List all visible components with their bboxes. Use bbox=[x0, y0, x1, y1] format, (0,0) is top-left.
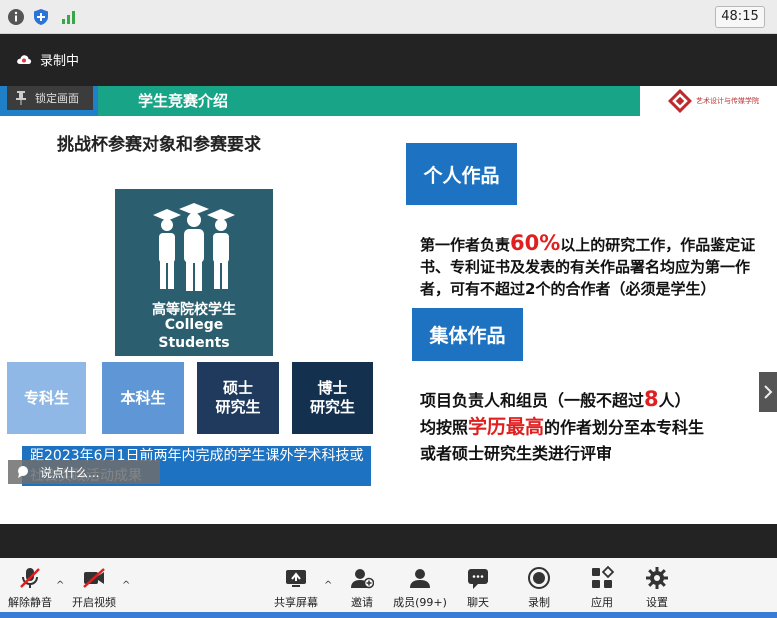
slide-main-title: 挑战杯参赛对象和参赛要求 bbox=[57, 135, 261, 155]
group-text-highlight: 学历最高 bbox=[468, 416, 545, 438]
record-label: 录制 bbox=[528, 596, 550, 609]
slide-header-title: 学生竞赛介绍 bbox=[138, 92, 229, 110]
video-top-area: 录制中 bbox=[0, 34, 777, 86]
shared-slide: 学生竞赛介绍 锁定画面 艺术设计与传媒学院 挑战杯参赛对象和参赛要求 高等院校学… bbox=[0, 86, 777, 524]
group-text-num: 8 bbox=[644, 387, 659, 411]
chevron-right-icon bbox=[764, 385, 773, 399]
group-works-text: 项目负责人和组员（一般不超过8人） 均按照学历最高的作者划分至本专科生 或者硕士… bbox=[420, 386, 770, 467]
students-en-label-2: Students bbox=[158, 335, 230, 351]
share-screen-label: 共享屏幕 bbox=[274, 596, 318, 609]
students-en-label-1: College bbox=[164, 317, 224, 333]
graduates-icon bbox=[153, 203, 235, 291]
invite-button[interactable]: 邀请 bbox=[332, 562, 392, 609]
share-screen-icon bbox=[286, 570, 306, 587]
add-user-icon bbox=[351, 569, 374, 589]
recording-label: 录制中 bbox=[40, 53, 80, 69]
members-label: 成员(99+) bbox=[393, 596, 447, 609]
group-text-line2b: 的作者划分至本专科生 bbox=[544, 418, 705, 437]
students-cn-label: 高等院校学生 bbox=[152, 302, 236, 318]
pin-icon bbox=[16, 91, 26, 105]
college-logo-icon bbox=[668, 89, 692, 113]
group-text-line1a: 项目负责人和组员（一般不超过 bbox=[420, 391, 645, 410]
settings-button[interactable]: 设置 bbox=[627, 562, 687, 609]
chat-button[interactable]: 聊天 bbox=[448, 562, 508, 609]
share-screen-button[interactable]: 共享屏幕 bbox=[266, 562, 326, 609]
chat-hover-tip[interactable]: 说点什么... bbox=[8, 460, 160, 484]
meeting-toolbar: 解除静音 ^ 开启视频 ^ 共享屏幕 ^ 邀请 成员(99+) 聊天 录制 应用… bbox=[0, 558, 777, 618]
muted-mic-icon bbox=[20, 568, 40, 588]
record-button[interactable]: 录制 bbox=[509, 562, 569, 609]
group-text-line1b: 人） bbox=[658, 391, 691, 410]
lock-screen-label: 锁定画面 bbox=[35, 92, 79, 105]
degree-box-doctor: 博士 研究生 bbox=[292, 362, 373, 434]
signal-strength-icon[interactable] bbox=[60, 8, 78, 26]
group-text-line2a: 均按照 bbox=[420, 418, 469, 437]
members-icon bbox=[410, 569, 430, 588]
taskbar-strip bbox=[0, 612, 777, 618]
degree-box-master: 硕士 研究生 bbox=[197, 362, 279, 434]
video-off-icon bbox=[83, 568, 105, 588]
college-logo-text: 艺术设计与传媒学院 bbox=[696, 96, 759, 105]
individual-works-box: 个人作品 bbox=[406, 143, 517, 205]
members-button[interactable]: 成员(99+) bbox=[390, 562, 450, 609]
college-students-box: 高等院校学生 College Students bbox=[115, 189, 273, 356]
apps-icon bbox=[592, 566, 614, 588]
group-text-line3: 或者硕士研究生类进行评审 bbox=[420, 444, 613, 463]
chat-hover-tip-text: 说点什么... bbox=[40, 465, 100, 480]
individual-text-pct: 60% bbox=[510, 231, 561, 255]
shield-icon[interactable] bbox=[32, 8, 50, 26]
individual-works-text: 第一作者负责60%以上的研究工作，作品鉴定证书、专利证书及发表的有关作品署名均应… bbox=[420, 232, 760, 300]
degree-box-bachelor: 本科生 bbox=[102, 362, 184, 434]
apps-button[interactable]: 应用 bbox=[572, 562, 632, 609]
apps-label: 应用 bbox=[591, 596, 613, 609]
lock-screen-button[interactable]: 锁定画面 bbox=[7, 86, 93, 110]
group-works-box: 集体作品 bbox=[412, 308, 523, 361]
meeting-timer: 48:15 bbox=[715, 6, 765, 28]
chat-bubble-icon bbox=[18, 466, 28, 478]
video-options-caret[interactable]: ^ bbox=[122, 580, 130, 591]
gear-icon bbox=[646, 567, 668, 589]
chat-label: 聊天 bbox=[467, 596, 489, 609]
start-video-button[interactable]: 开启视频 bbox=[64, 562, 124, 609]
record-icon bbox=[528, 567, 550, 589]
next-page-button[interactable] bbox=[759, 372, 777, 412]
invite-label: 邀请 bbox=[351, 596, 373, 609]
unmute-label: 解除静音 bbox=[8, 596, 52, 609]
chat-icon bbox=[468, 569, 488, 589]
college-logo: 艺术设计与传媒学院 bbox=[668, 86, 774, 116]
video-bottom-area bbox=[0, 524, 777, 558]
unmute-button[interactable]: 解除静音 bbox=[0, 562, 60, 609]
recording-indicator[interactable]: 录制中 bbox=[16, 48, 79, 70]
degree-box-associate: 专科生 bbox=[7, 362, 86, 434]
cloud-record-icon bbox=[17, 54, 32, 64]
start-video-label: 开启视频 bbox=[72, 596, 116, 609]
individual-text-part1: 第一作者负责 bbox=[420, 236, 511, 254]
settings-label: 设置 bbox=[646, 596, 668, 609]
info-icon[interactable] bbox=[7, 8, 25, 26]
top-status-bar: 48:15 bbox=[0, 0, 777, 34]
